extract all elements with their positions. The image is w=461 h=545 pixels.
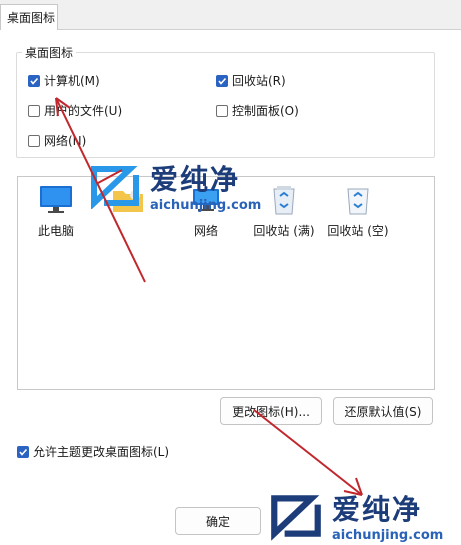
annotation-arrow-3 bbox=[253, 409, 363, 496]
annotation-arrow-2 bbox=[97, 169, 123, 184]
annotation-arrow-1 bbox=[55, 97, 146, 283]
annotation-arrows bbox=[55, 97, 363, 496]
